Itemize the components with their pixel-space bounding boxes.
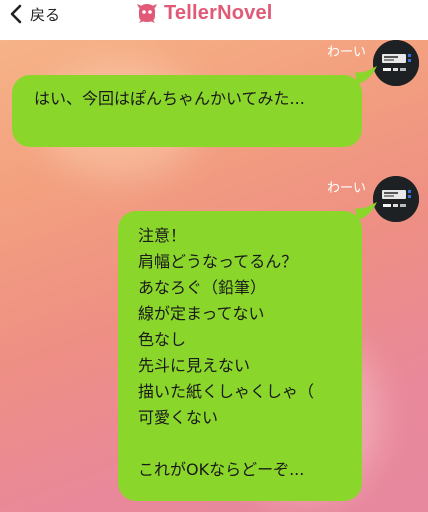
sender-name: わーい	[326, 181, 366, 196]
chevron-left-icon	[10, 4, 22, 24]
sender-name: わーい	[326, 45, 366, 60]
app-logo: TellerNovel	[135, 1, 273, 25]
back-button[interactable]: 戻る	[6, 2, 60, 26]
avatar-image	[373, 176, 419, 222]
message-bubble: はい、今回はぽんちゃんかいてみた...	[12, 75, 362, 147]
avatar-image	[373, 40, 419, 86]
avatar[interactable]	[373, 40, 419, 86]
bubble-tail	[355, 66, 377, 84]
bubble-tail	[355, 202, 377, 220]
chat-screen: 戻る TellerNovel わーい はい、今回はぽんちゃんかいてみた... わ…	[0, 0, 428, 512]
back-label: 戻る	[30, 5, 61, 24]
top-nav-bar: 戻る TellerNovel	[0, 0, 428, 40]
teller-mascot-icon	[137, 4, 157, 23]
avatar[interactable]	[373, 176, 419, 222]
logo-text: TellerNovel	[164, 1, 273, 24]
message-bubble: 注意！ 肩幅どうなってるん？ あなろぐ（鉛筆） 線が定まってない 色なし 先斗に…	[118, 211, 362, 501]
